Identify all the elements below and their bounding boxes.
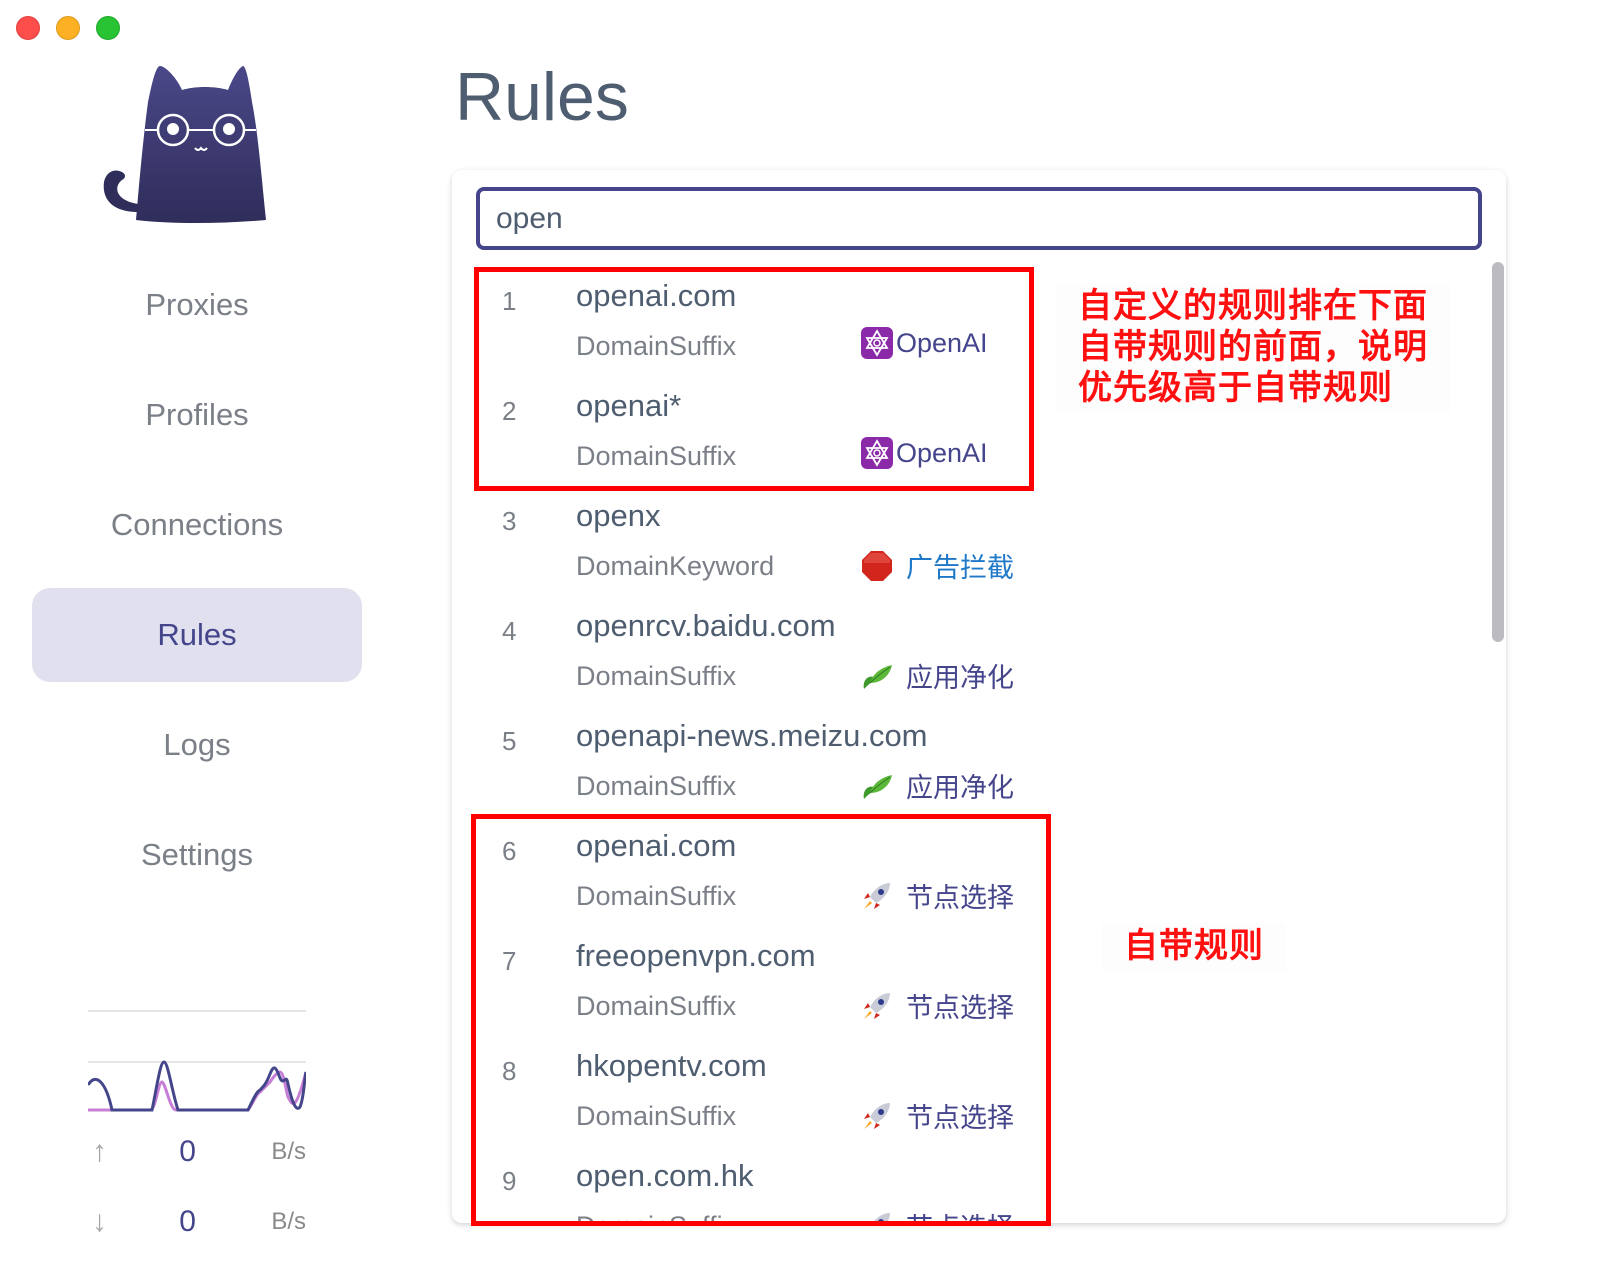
rule-proxy: 应用净化 (860, 766, 1014, 805)
rule-payload: openapi-news.meizu.com (576, 718, 928, 753)
download-speed-value: 0 (179, 1205, 196, 1238)
rule-index: 3 (502, 506, 517, 536)
sidebar-item-profiles[interactable]: Profiles (32, 368, 362, 462)
builtin-rules-highlight-box (471, 814, 1051, 1226)
sidebar-item-settings[interactable]: Settings (32, 808, 362, 902)
rule-proxy: 广告拦截 (860, 546, 1014, 585)
rule-proxy-label: 应用净化 (906, 663, 1014, 693)
custom-rules-annotation: 自定义的规则排在下面 自带规则的前面，说明 优先级高于自带规则 (1056, 282, 1450, 413)
annotation-line: 自定义的规则排在下面 (1078, 287, 1428, 325)
sidebar-nav: Proxies Profiles Connections Rules Logs … (32, 258, 362, 918)
download-series (88, 1060, 306, 1112)
rule-row[interactable]: 5 openapi-news.meizu.com DomainSuffix 应用净化 (452, 708, 1492, 818)
cat-logo-icon (100, 62, 270, 232)
search-field[interactable] (476, 187, 1482, 250)
download-arrow-icon: ↓ (92, 1205, 107, 1238)
rule-index: 4 (502, 616, 517, 646)
rule-type: DomainSuffix (576, 771, 737, 801)
sidebar-item-connections[interactable]: Connections (32, 478, 362, 572)
rule-row[interactable]: 3 openx DomainKeyword 广告拦截 (452, 488, 1492, 598)
rule-proxy-label: 应用净化 (906, 773, 1014, 803)
rule-type: DomainKeyword (576, 551, 775, 581)
scrollbar[interactable] (1492, 262, 1504, 642)
upload-series (88, 1070, 306, 1112)
rule-index: 5 (502, 726, 517, 756)
leaf-icon (860, 769, 894, 803)
search-input[interactable] (496, 201, 1478, 236)
annotation-line: 自带规则 (1124, 927, 1264, 965)
download-speed-row: ↓ 0 B/s (88, 1187, 306, 1257)
custom-rules-highlight-box (474, 267, 1034, 491)
stop-sign-icon (860, 549, 894, 583)
upload-speed-value: 0 (179, 1135, 196, 1168)
upload-arrow-icon: ↑ (92, 1135, 107, 1168)
sidebar-item-rules[interactable]: Rules (32, 588, 362, 682)
traffic-graph (88, 1012, 306, 1117)
annotation-line: 自带规则的前面，说明 (1078, 328, 1428, 366)
sidebar-item-proxies[interactable]: Proxies (32, 258, 362, 352)
leaf-icon (860, 659, 894, 693)
page-title: Rules (455, 59, 629, 135)
sidebar-item-logs[interactable]: Logs (32, 698, 362, 792)
rule-row[interactable]: 4 openrcv.baidu.com DomainSuffix 应用净化 (452, 598, 1492, 708)
upload-speed-unit: B/s (271, 1138, 306, 1165)
rule-proxy-label: 广告拦截 (906, 553, 1014, 583)
traffic-panel: ↑ 0 B/s ↓ 0 B/s (88, 1010, 306, 1257)
rule-proxy: 应用净化 (860, 656, 1014, 695)
rule-type: DomainSuffix (576, 661, 737, 691)
rule-payload: openx (576, 498, 661, 533)
builtin-rules-annotation: 自带规则 (1102, 922, 1286, 971)
upload-speed-row: ↑ 0 B/s (88, 1117, 306, 1187)
download-speed-unit: B/s (271, 1208, 306, 1235)
sidebar: Proxies Profiles Connections Rules Logs … (0, 0, 400, 1284)
rule-payload: openrcv.baidu.com (576, 608, 836, 643)
annotation-line: 优先级高于自带规则 (1078, 369, 1393, 407)
